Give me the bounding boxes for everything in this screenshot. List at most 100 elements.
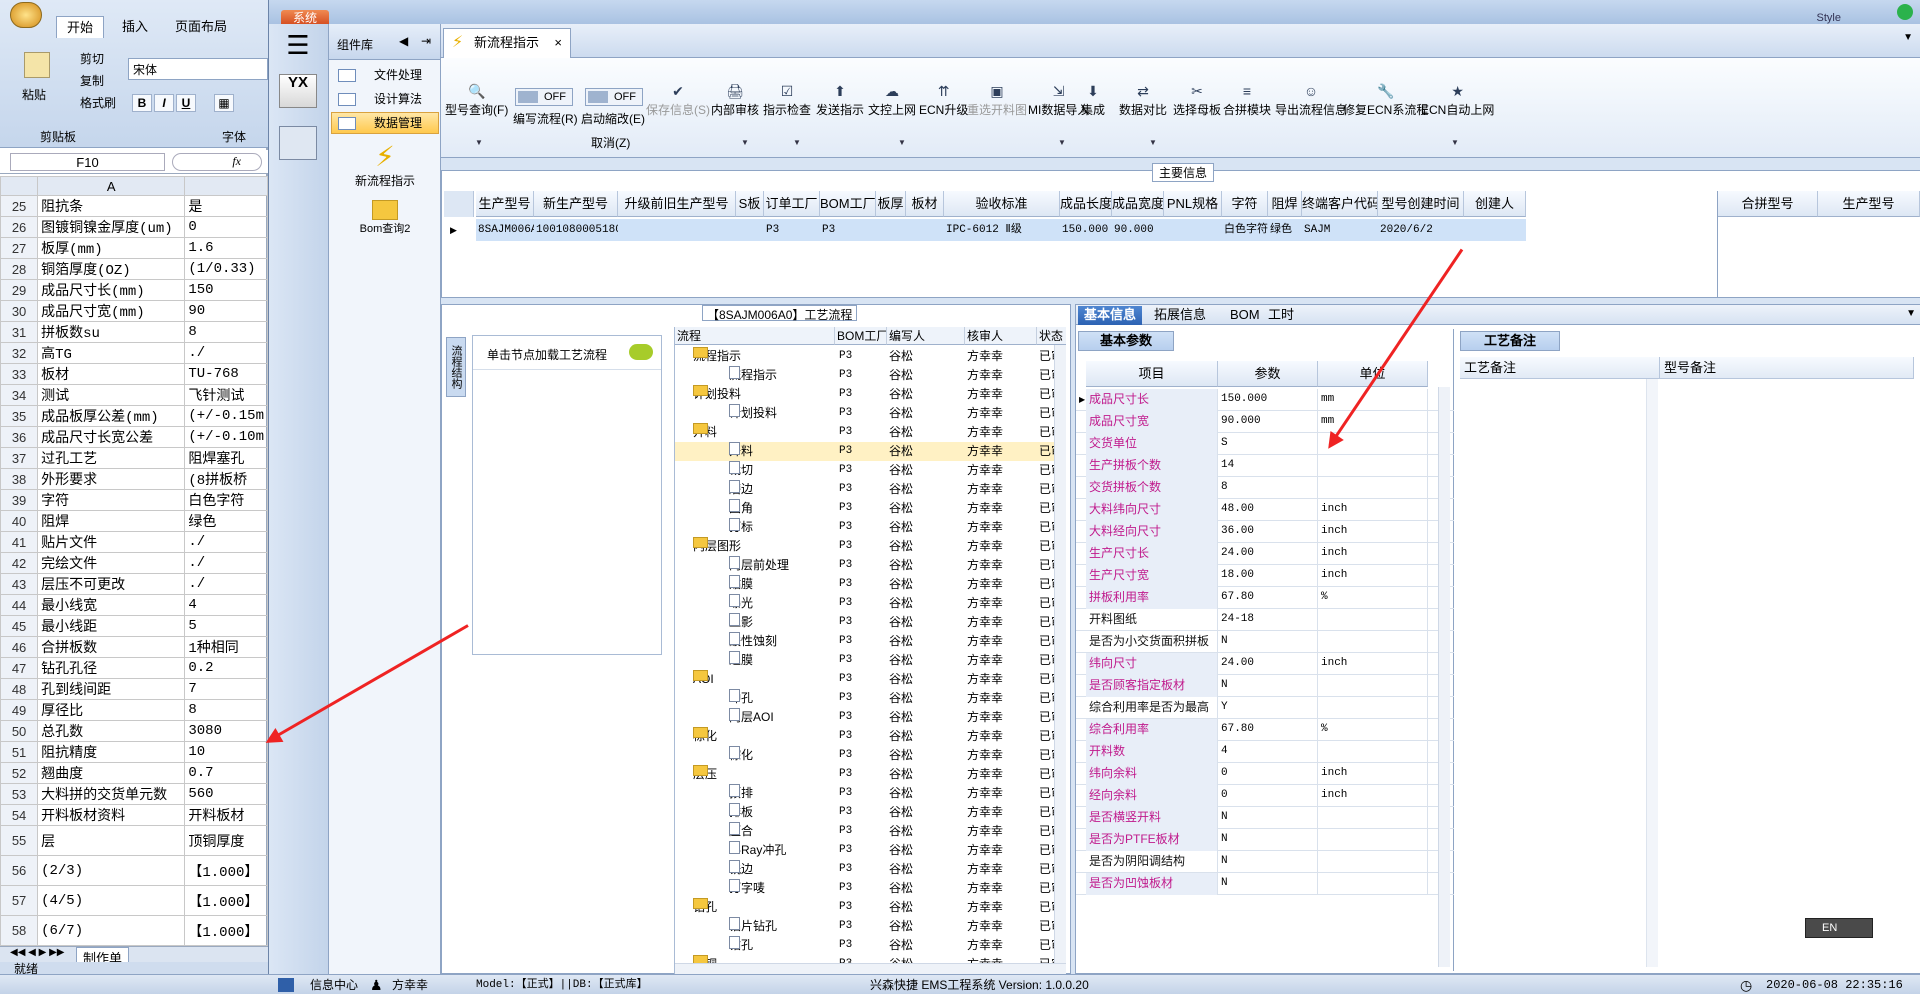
cell-a[interactable]: 钻孔孔径: [37, 657, 186, 679]
tree-node[interactable]: 排板: [729, 803, 835, 822]
notes-scrollbar[interactable]: [1646, 379, 1658, 967]
main-col-header[interactable]: 升级前旧生产型号: [618, 191, 736, 217]
office-button-icon[interactable]: [10, 2, 42, 28]
param-row[interactable]: 生产拼板个数 14: [1076, 455, 1454, 477]
tree-node[interactable]: 圆角: [729, 499, 835, 518]
cell-b[interactable]: 3080: [184, 720, 268, 742]
bom-query-item[interactable]: Bom查询2: [329, 200, 441, 236]
row-number[interactable]: 25: [0, 195, 39, 217]
tree-row[interactable]: 酸性蚀刻P3谷松方幸幸已审核: [675, 632, 1066, 651]
dropdown-arrow-icon[interactable]: ▼: [793, 138, 801, 147]
cell-a[interactable]: 成品尺寸宽(mm): [37, 300, 186, 322]
tree-row[interactable]: 冲孔P3谷松方幸幸已审核: [675, 689, 1066, 708]
tree-node[interactable]: 预排: [729, 784, 835, 803]
tree-node[interactable]: −开料: [693, 423, 835, 442]
tree-node[interactable]: 内层AOI: [729, 708, 835, 727]
tree-node[interactable]: 磨边: [729, 480, 835, 499]
cell-a[interactable]: (2/3): [37, 855, 186, 886]
tree-row[interactable]: 显影P3谷松方幸幸已审核: [675, 613, 1066, 632]
cell-a[interactable]: 高TG: [37, 342, 186, 364]
cell-a[interactable]: 开料板材资料: [37, 804, 186, 826]
row-number[interactable]: 37: [0, 447, 39, 469]
cell-a[interactable]: 大料拼的交货单元数: [37, 783, 186, 805]
row-number[interactable]: 33: [0, 363, 39, 385]
param-row[interactable]: 交货单位 S: [1076, 433, 1454, 455]
row-number[interactable]: 58: [0, 915, 39, 946]
param-value[interactable]: Y: [1218, 697, 1318, 719]
main-cell[interactable]: 白色字符: [1222, 219, 1268, 241]
tree-row[interactable]: 裁切P3谷松方幸幸已审核: [675, 461, 1066, 480]
cell-b[interactable]: 是: [184, 195, 268, 217]
tree-row[interactable]: 退膜P3谷松方幸幸已审核: [675, 651, 1066, 670]
tree-row[interactable]: −棕化P3谷松方幸幸已审核: [675, 727, 1066, 746]
tree-node[interactable]: −棕化: [693, 727, 835, 746]
param-value[interactable]: 18.00: [1218, 565, 1318, 587]
toolbar-button-6[interactable]: ⬆ 发送指示: [816, 84, 864, 118]
main-col-header[interactable]: 创建人: [1464, 191, 1526, 217]
cell-b[interactable]: 1.6: [184, 237, 268, 259]
tree-node[interactable]: −层压: [693, 765, 835, 784]
detail-tab-3[interactable]: 工时: [1262, 306, 1300, 325]
detail-tab-0[interactable]: 基本信息: [1078, 306, 1143, 325]
copy-button[interactable]: 复制: [80, 72, 104, 89]
cell-a[interactable]: 阻抗精度: [37, 741, 186, 763]
cell-a[interactable]: (6/7): [37, 915, 186, 946]
tree-node[interactable]: 铝片钻孔: [729, 917, 835, 936]
tree-row[interactable]: 预排P3谷松方幸幸已审核: [675, 784, 1066, 803]
tab-basic-params[interactable]: 基本参数: [1078, 331, 1174, 351]
tree-row[interactable]: −AOIP3谷松方幸幸已审核: [675, 670, 1066, 689]
row-number[interactable]: 39: [0, 489, 39, 511]
cell-a[interactable]: 贴片文件: [37, 531, 186, 553]
cell-b[interactable]: ./: [184, 531, 268, 553]
tree-node[interactable]: −计划投料: [693, 385, 835, 404]
tab-process-notes[interactable]: 工艺备注: [1460, 331, 1560, 351]
italic-button[interactable]: I: [154, 94, 174, 112]
cell-a[interactable]: 合拼板数: [37, 636, 186, 658]
tree-row[interactable]: 铝片钻孔P3谷松方幸幸已审核: [675, 917, 1066, 936]
column-header[interactable]: [184, 176, 268, 196]
toolbar-button-1[interactable]: 编写流程(R): [513, 110, 578, 127]
row-number[interactable]: 40: [0, 510, 39, 532]
row-number[interactable]: 35: [0, 405, 39, 427]
row-number[interactable]: 57: [0, 885, 39, 916]
toolbar-button-12[interactable]: ⇄ 数据对比: [1119, 84, 1167, 118]
tree-node[interactable]: 钻孔: [729, 936, 835, 955]
main-cell[interactable]: [736, 219, 764, 241]
toolbar-button-8[interactable]: ⇈ ECN升级: [919, 84, 968, 118]
main-col-header[interactable]: 验收标准: [944, 191, 1060, 217]
cell-b[interactable]: (8拼板桥: [184, 468, 268, 490]
close-icon[interactable]: ×: [554, 29, 562, 57]
param-row[interactable]: 是否为PTFE板材 N: [1076, 829, 1454, 851]
cell-b[interactable]: 【1.000】: [184, 885, 268, 916]
row-number[interactable]: 26: [0, 216, 39, 238]
row-number[interactable]: 43: [0, 573, 39, 595]
row-number[interactable]: 48: [0, 678, 39, 700]
cell-b[interactable]: 1种相同: [184, 636, 268, 658]
toolbar-button-7[interactable]: ☁ 文控上网: [868, 84, 916, 118]
main-col-header[interactable]: PNL规格: [1164, 191, 1222, 217]
tree-vertical-scrollbar[interactable]: [1054, 345, 1066, 963]
cell-a[interactable]: 阻抗条: [37, 195, 186, 217]
param-value[interactable]: 24.00: [1218, 653, 1318, 675]
main-col-header[interactable]: 成品宽度: [1112, 191, 1164, 217]
cell-a[interactable]: 层: [37, 825, 186, 856]
param-row[interactable]: 大料经向尺寸 36.00 inch: [1076, 521, 1454, 543]
param-row[interactable]: 开料数 4: [1076, 741, 1454, 763]
yx-logo-icon[interactable]: YX: [279, 74, 317, 108]
main-cell[interactable]: [1464, 219, 1526, 241]
cell-a[interactable]: 层压不可更改: [37, 573, 186, 595]
param-row[interactable]: 大料纬向尺寸 48.00 inch: [1076, 499, 1454, 521]
param-row[interactable]: 是否顾客指定板材 N: [1076, 675, 1454, 697]
tree-node[interactable]: 打标: [729, 518, 835, 537]
cell-a[interactable]: 测试: [37, 384, 186, 406]
param-row[interactable]: 综合利用率是否为最高 Y: [1076, 697, 1454, 719]
param-row[interactable]: 成品尺寸宽 90.000 mm: [1076, 411, 1454, 433]
chevron-down-icon[interactable]: ▼: [1903, 32, 1913, 43]
tree-col-header[interactable]: 编写人: [887, 327, 965, 345]
row-number[interactable]: 46: [0, 636, 39, 658]
dropdown-arrow-icon[interactable]: ▼: [1058, 138, 1066, 147]
cell-b[interactable]: 150: [184, 279, 268, 301]
cell-b[interactable]: 绿色: [184, 510, 268, 532]
main-cell[interactable]: SAJM: [1302, 219, 1378, 241]
tree-node[interactable]: X-Ray冲孔: [729, 841, 835, 860]
